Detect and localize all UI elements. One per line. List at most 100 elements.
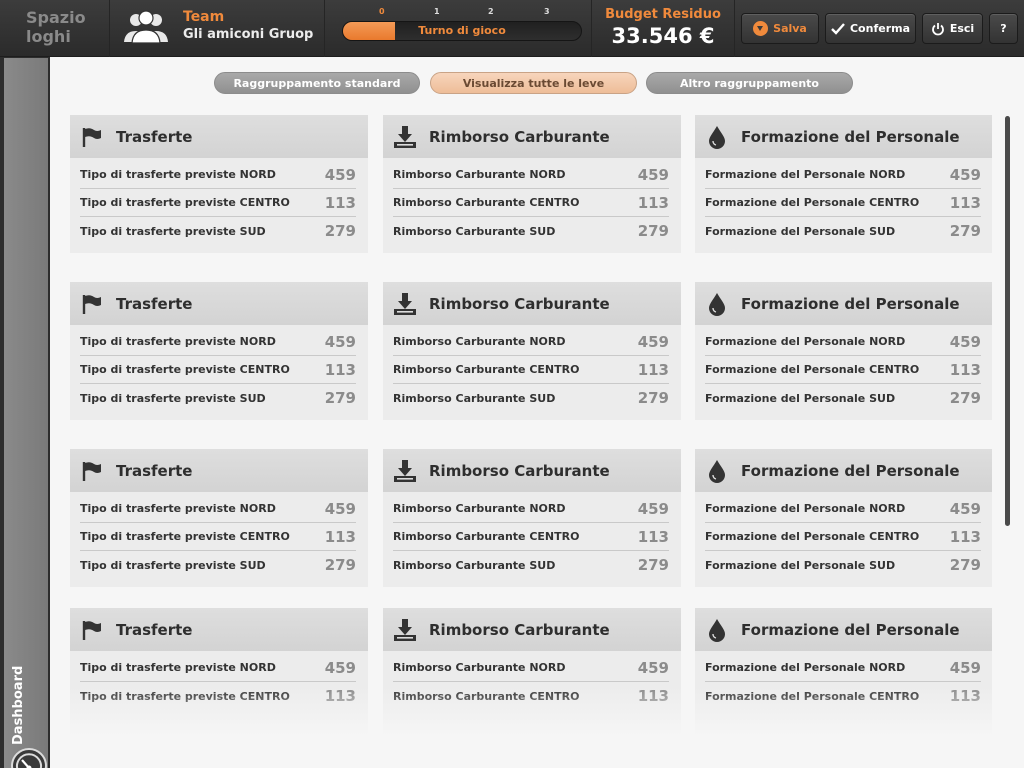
lever-row-label: Rimborso Carburante NORD — [393, 502, 566, 515]
confirm-button[interactable]: Conferma — [825, 13, 916, 44]
lever-row-label: Tipo di trasferte previste CENTRO — [80, 689, 290, 703]
lever-row-value: 459 — [324, 658, 356, 677]
lever-row[interactable]: Formazione del Personale NORD 459 — [705, 495, 981, 523]
lever-card[interactable]: Rimborso Carburante Rimborso Carburante N… — [383, 115, 681, 253]
lever-row-label: Tipo di trasferte previste NORD — [80, 335, 276, 348]
lever-row-label: Formazione del Personale SUD — [705, 558, 896, 572]
lever-row[interactable]: Rimborso Carburante NORD 459 — [393, 161, 669, 189]
lever-card-rows: Tipo di trasferte previste NORD 459 Tipo d… — [80, 161, 356, 245]
lever-row-value: 113 — [637, 687, 669, 705]
filter-all-levers[interactable]: Visualizza tutte le leve — [430, 72, 637, 94]
lever-row-label: Formazione del Personale NORD — [705, 502, 906, 515]
lever-row[interactable]: Tipo di trasferte previste SUD 279 — [80, 384, 356, 412]
lever-row-value: 459 — [949, 658, 981, 677]
lever-row[interactable]: Tipo di trasferte previste CENTRO 113 — [80, 523, 356, 551]
drop-icon — [705, 125, 729, 149]
lever-card-title: Formazione del Personale — [741, 620, 960, 639]
lever-row-label: Rimborso Carburante SUD — [393, 558, 556, 572]
lever-card-header: Formazione del Personale — [695, 449, 992, 492]
lever-row-label: Rimborso Carburante CENTRO — [393, 363, 580, 376]
filter-other-grouping[interactable]: Altro raggruppamento — [646, 72, 853, 94]
lever-row[interactable]: Formazione del Personale NORD 459 — [705, 328, 981, 356]
lever-card[interactable]: Rimborso Carburante Rimborso Carburante N… — [383, 449, 681, 587]
lever-row-label: Tipo di trasferte previste SUD — [80, 558, 266, 572]
save-button[interactable]: Salva — [741, 13, 819, 44]
lever-card[interactable]: Rimborso Carburante Rimborso Carburante N… — [383, 282, 681, 420]
lever-card[interactable]: Formazione del Personale Formazione del P… — [695, 115, 992, 253]
lever-row-value: 279 — [324, 556, 356, 574]
lever-row[interactable]: Formazione del Personale NORD 459 — [705, 654, 981, 682]
lever-row-label: Formazione del Personale NORD — [705, 661, 906, 674]
lever-row-value: 459 — [637, 165, 669, 184]
checkmark-icon — [831, 22, 845, 35]
lever-row-label: Rimborso Carburante CENTRO — [393, 196, 580, 209]
lever-row[interactable]: Tipo di trasferte previste CENTRO 113 — [80, 682, 356, 710]
lever-row-label: Tipo di trasferte previste SUD — [80, 391, 266, 405]
lever-row[interactable]: Formazione del Personale NORD 459 — [705, 161, 981, 189]
lever-card-title: Formazione del Personale — [741, 294, 960, 313]
lever-card[interactable]: Rimborso Carburante Rimborso Carburante N… — [383, 608, 681, 746]
lever-row[interactable]: Rimborso Carburante SUD 279 — [393, 384, 669, 412]
lever-row[interactable]: Formazione del Personale CENTRO 113 — [705, 682, 981, 710]
lever-card[interactable]: Trasferte Tipo di trasferte previste NORD… — [70, 282, 368, 420]
lever-row[interactable]: Tipo di trasferte previste NORD 459 — [80, 161, 356, 189]
lever-row[interactable]: Rimborso Carburante SUD 279 — [393, 551, 669, 579]
flag-icon — [80, 125, 104, 149]
lever-row-label: Rimborso Carburante NORD — [393, 661, 566, 674]
lever-card[interactable]: Formazione del Personale Formazione del P… — [695, 449, 992, 587]
lever-row[interactable]: Formazione del Personale SUD 279 — [705, 384, 981, 412]
lever-row-value: 279 — [637, 389, 669, 407]
lever-row[interactable]: Tipo di trasferte previste CENTRO 113 — [80, 189, 356, 217]
lever-row[interactable]: Tipo di trasferte previste SUD 279 — [80, 217, 356, 245]
lever-card[interactable]: Formazione del Personale Formazione del P… — [695, 282, 992, 420]
lever-card-header: Rimborso Carburante — [383, 449, 681, 492]
lever-row[interactable]: Rimborso Carburante NORD 459 — [393, 654, 669, 682]
lever-card[interactable]: Trasferte Tipo di trasferte previste NORD… — [70, 608, 368, 746]
lever-row[interactable]: Formazione del Personale CENTRO 113 — [705, 356, 981, 384]
flag-icon — [80, 618, 104, 642]
lever-row[interactable]: Formazione del Personale CENTRO 113 — [705, 189, 981, 217]
lever-card[interactable]: Formazione del Personale Formazione del P… — [695, 608, 992, 746]
lever-row[interactable]: Tipo di trasferte previste NORD 459 — [80, 654, 356, 682]
lever-row-value: 113 — [637, 527, 669, 546]
lever-card[interactable]: Trasferte Tipo di trasferte previste NORD… — [70, 449, 368, 587]
lever-row[interactable]: Tipo di trasferte previste NORD 459 — [80, 328, 356, 356]
lever-row-value: 113 — [324, 687, 356, 705]
lever-row-label: Rimborso Carburante CENTRO — [393, 530, 580, 543]
budget-label: Budget Residuo — [605, 7, 721, 22]
turn-step: 1 — [434, 7, 440, 16]
turn-label: Turno di gioco — [418, 24, 506, 37]
lever-row-value: 459 — [324, 332, 356, 351]
lever-row-value: 459 — [637, 332, 669, 351]
lever-row-label: Rimborso Carburante CENTRO — [393, 689, 580, 703]
lever-row[interactable]: Tipo di trasferte previste NORD 459 — [80, 495, 356, 523]
lever-row[interactable]: Rimborso Carburante CENTRO 113 — [393, 189, 669, 217]
lever-row[interactable]: Tipo di trasferte previste CENTRO 113 — [80, 356, 356, 384]
lever-card-header: Trasferte — [70, 115, 368, 158]
lever-row[interactable]: Formazione del Personale SUD 279 — [705, 217, 981, 245]
lever-row[interactable]: Rimborso Carburante CENTRO 113 — [393, 523, 669, 551]
lever-row[interactable]: Formazione del Personale CENTRO 113 — [705, 523, 981, 551]
turn-progress-bar: Turno di gioco — [342, 21, 582, 41]
team-label: Team — [183, 9, 225, 25]
lever-row-label: Formazione del Personale SUD — [705, 224, 896, 238]
scrollbar[interactable] — [1005, 116, 1010, 526]
lever-card-rows: Tipo di trasferte previste NORD 459 Tipo d… — [80, 328, 356, 412]
exit-button[interactable]: Esci — [922, 13, 983, 44]
lever-card-header: Rimborso Carburante — [383, 282, 681, 325]
lever-row[interactable]: Tipo di trasferte previste SUD 279 — [80, 551, 356, 579]
help-button[interactable]: ? — [989, 13, 1018, 44]
turn-step: 2 — [488, 7, 494, 16]
lever-row[interactable]: Rimborso Carburante CENTRO 113 — [393, 682, 669, 710]
team-panel: Team Gli amiconi Gruop — [110, 0, 325, 57]
filter-standard-grouping[interactable]: Raggruppamento standard — [214, 72, 420, 94]
lever-row[interactable]: Rimborso Carburante NORD 459 — [393, 328, 669, 356]
dashboard-tab[interactable]: Dashboard — [4, 58, 48, 768]
lever-row[interactable]: Rimborso Carburante CENTRO 113 — [393, 356, 669, 384]
lever-row-label: Rimborso Carburante NORD — [393, 168, 566, 181]
lever-row[interactable]: Rimborso Carburante SUD 279 — [393, 217, 669, 245]
lever-card-title: Formazione del Personale — [741, 461, 960, 480]
lever-row[interactable]: Rimborso Carburante NORD 459 — [393, 495, 669, 523]
lever-card[interactable]: Trasferte Tipo di trasferte previste NORD… — [70, 115, 368, 253]
lever-row[interactable]: Formazione del Personale SUD 279 — [705, 551, 981, 579]
